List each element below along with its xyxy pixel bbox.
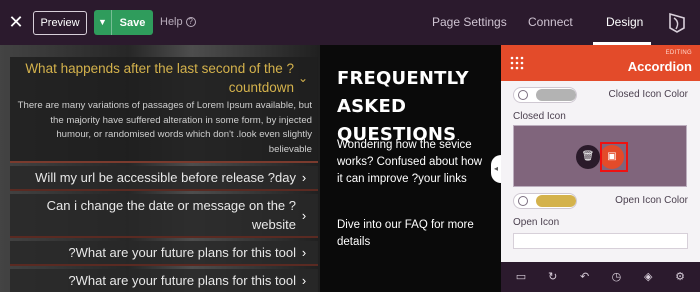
faq-item[interactable]: Will my url be accessible before release… [10, 166, 318, 191]
faq-question: Can i change the date or message on the … [46, 198, 296, 232]
grid-dots-icon[interactable] [510, 56, 524, 70]
chevron-right-icon: › [301, 170, 307, 185]
tab-design[interactable]: Design [606, 15, 643, 29]
history-icon[interactable]: ◷ [609, 270, 623, 284]
panel-header: EDITING Accordion [501, 45, 700, 81]
faq-cta-text: Dive into our FAQ for more details [337, 219, 474, 248]
brand-logo-icon[interactable] [667, 12, 687, 34]
save-button[interactable]: ▼ Save [94, 10, 153, 35]
panel-title: Accordion [627, 59, 692, 74]
tab-connect[interactable]: Connect [528, 15, 573, 29]
palette-icon [518, 196, 528, 206]
faq-item[interactable]: Can i change the date or message on the … [10, 194, 318, 238]
open-icon-color-swatch [536, 195, 576, 207]
faq-question: ?What are your future plans for this too… [68, 245, 296, 260]
closed-icon-color-picker[interactable] [513, 87, 577, 103]
closed-icon-color-swatch [536, 89, 576, 101]
layers-icon[interactable]: ◈ [641, 270, 655, 284]
chevron-right-icon: › [301, 245, 307, 260]
open-icon-color-label: Open Icon Color [615, 195, 688, 206]
save-label: Save [119, 16, 146, 29]
settings-panel: EDITING Accordion Closed Icon Color Clos… [501, 45, 700, 292]
faq-question: ?What are your future plans for this too… [68, 273, 296, 288]
help-label: Help [160, 16, 183, 28]
help-link[interactable]: Help ? [160, 16, 196, 28]
faq-item[interactable]: ?What are your future plans for this too… [10, 269, 318, 292]
preview-button[interactable]: Preview [33, 11, 87, 35]
highlight-box [600, 142, 628, 172]
page-canvas: What happends after the last second of t… [0, 45, 501, 292]
settings-icon[interactable]: ⚙ [673, 270, 687, 284]
faq-question: What happends after the last second of t… [25, 61, 294, 95]
faq-item-open[interactable]: What happends after the last second of t… [10, 57, 318, 163]
open-icon-color-picker[interactable] [513, 193, 577, 209]
chevron-down-icon[interactable]: ⌄ [294, 59, 312, 97]
refresh-icon[interactable]: ↻ [546, 270, 560, 284]
closed-icon-color-row: Closed Icon Color [501, 81, 700, 109]
faq-accordion: What happends after the last second of t… [10, 57, 318, 292]
save-dropdown-icon[interactable]: ▼ [94, 10, 112, 35]
chevron-right-icon: › [301, 207, 307, 223]
panel-collapse-handle[interactable]: ◂ [491, 155, 501, 183]
closed-icon-preview: 🗑 ▣ [513, 125, 687, 187]
close-icon[interactable]: ✕ [6, 12, 26, 32]
faq-intro-text: Wondering how the sevice works? Confused… [337, 139, 483, 185]
panel-footer-toolbar: ▭ ↻ ↶ ◷ ◈ ⚙ [501, 262, 700, 292]
trash-icon[interactable]: 🗑 [576, 145, 600, 169]
undo-icon[interactable]: ↶ [578, 270, 592, 284]
open-icon-color-row: Open Icon Color [501, 187, 700, 215]
closed-icon-label: Closed Icon [513, 111, 566, 122]
open-icon-label: Open Icon [513, 217, 560, 228]
chevron-right-icon: › [301, 273, 307, 288]
tab-page-settings[interactable]: Page Settings [432, 15, 507, 29]
editing-label: EDITING [665, 50, 692, 56]
top-bar: ✕ Preview ▼ Save Help ? Page Settings Co… [0, 0, 700, 45]
faq-item[interactable]: ?What are your future plans for this too… [10, 241, 318, 266]
help-icon: ? [185, 17, 196, 27]
faq-question: Will my url be accessible before release… [35, 170, 296, 185]
closed-icon-color-label: Closed Icon Color [608, 89, 688, 100]
palette-icon [518, 90, 528, 100]
open-icon-field[interactable] [513, 233, 688, 249]
faq-answer: There are many variations of passages of… [17, 100, 312, 155]
tablet-icon[interactable]: ▭ [514, 270, 528, 284]
